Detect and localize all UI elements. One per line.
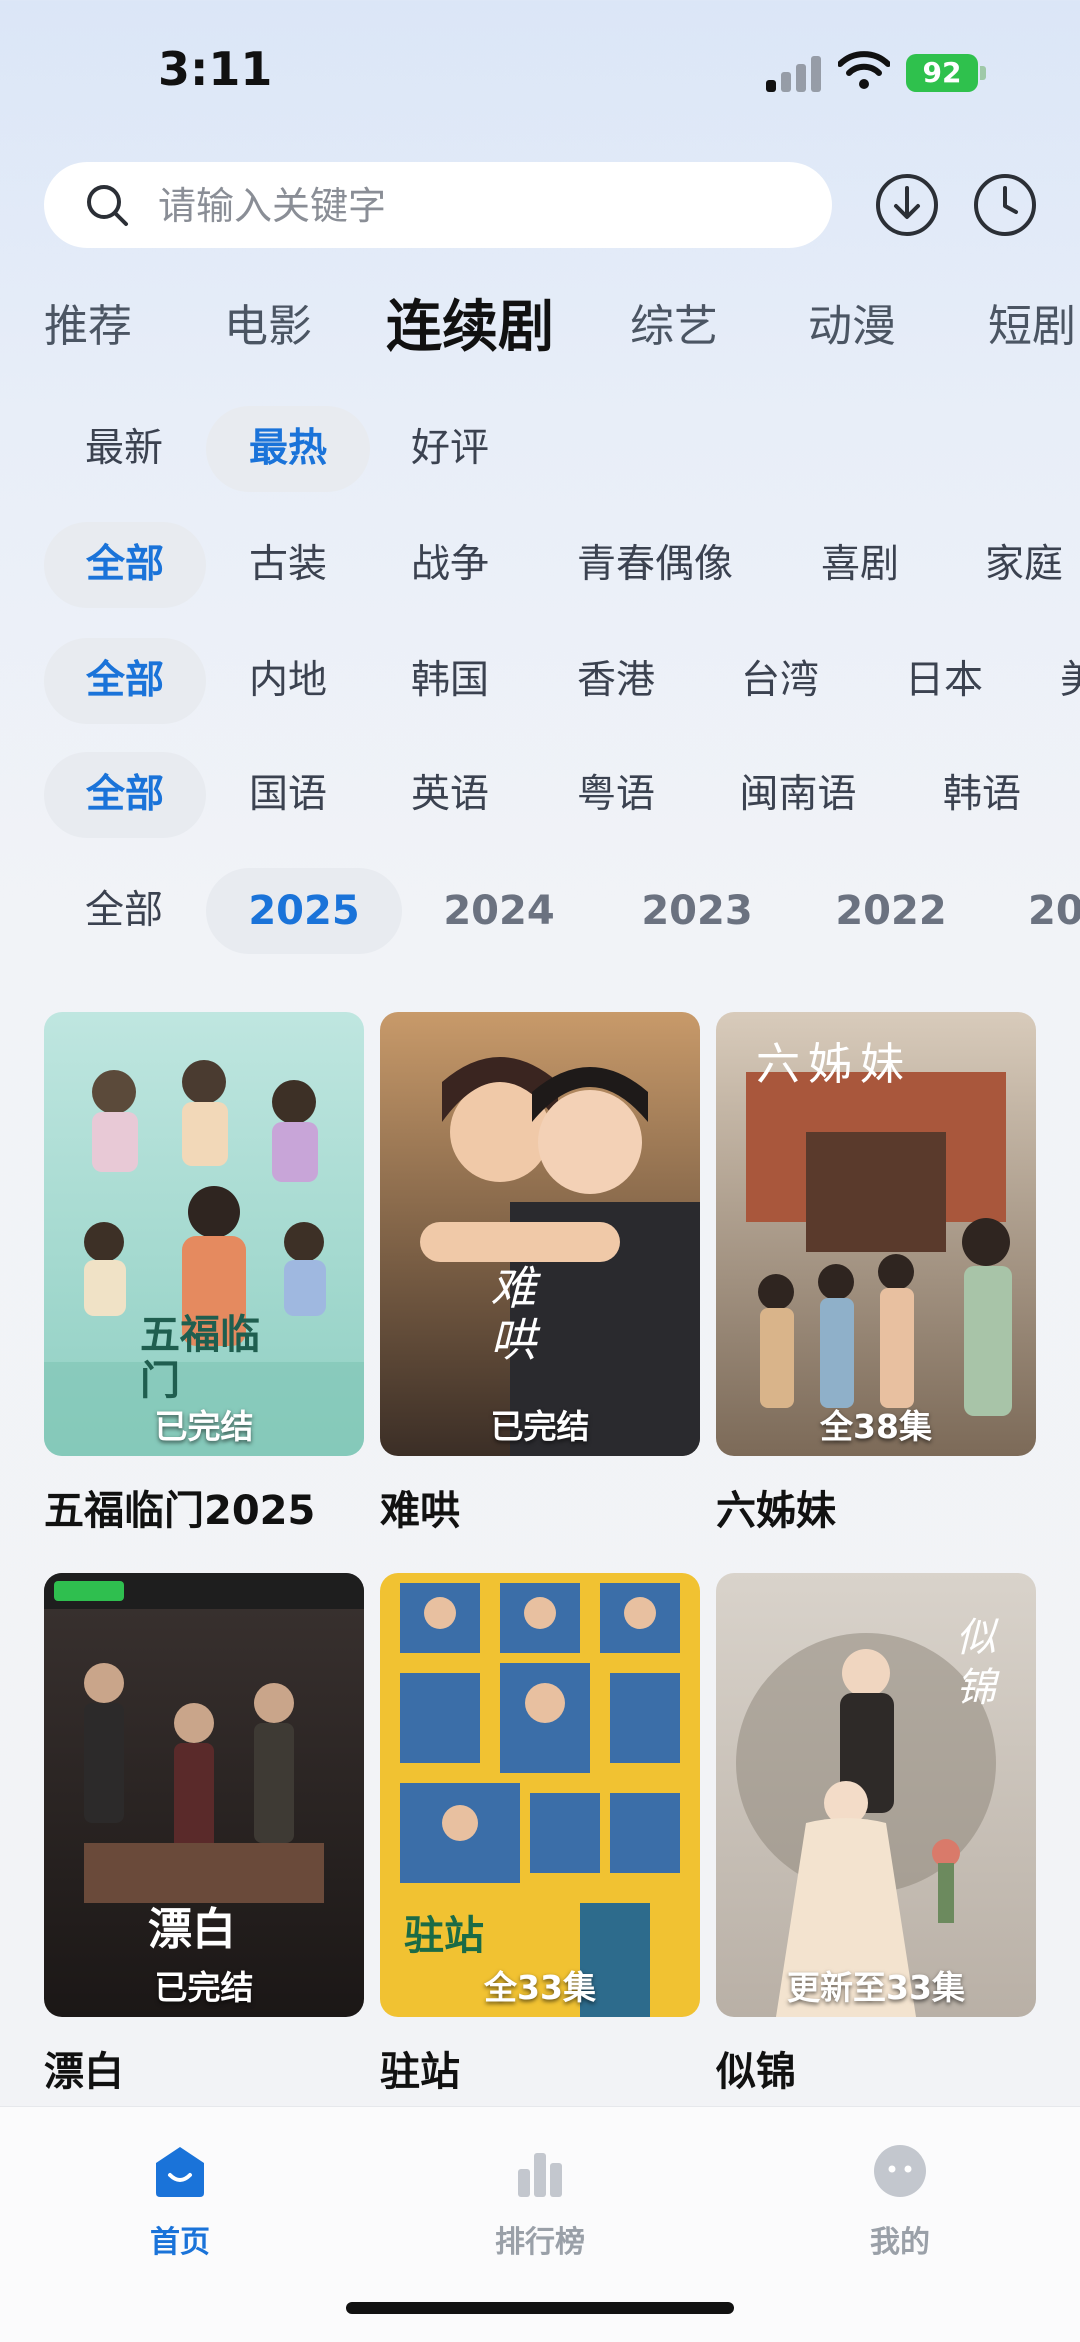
nav-label: 首页: [150, 2225, 210, 2260]
filter-genre-war[interactable]: 战争: [370, 522, 530, 608]
sort-filter-row: 最新 最热 好评: [0, 406, 1080, 492]
filter-genre-all[interactable]: 全部: [44, 522, 206, 608]
battery-icon: 92: [906, 54, 978, 92]
poster-title-art: 难哄: [490, 1261, 536, 1367]
language-filter-row: 全部 国语 英语 粤语 闽南语 韩语: [0, 752, 1080, 838]
filter-genre-youth-idol[interactable]: 青春偶像: [550, 522, 760, 608]
filter-year-2022[interactable]: 2022: [806, 868, 976, 954]
search-bar[interactable]: [44, 162, 832, 248]
filter-year-2025[interactable]: 2025: [206, 868, 402, 954]
show-title[interactable]: 难哄: [380, 1478, 460, 1536]
poster-title-art: 五福临门: [140, 1312, 260, 1404]
filter-year-2023[interactable]: 2023: [612, 868, 782, 954]
ranking-icon: [518, 2153, 562, 2197]
poster-image[interactable]: 六姊妹 全38集: [716, 1012, 1036, 1456]
nav-label: 排行榜: [495, 2225, 585, 2260]
filter-language-mandarin[interactable]: 国语: [208, 752, 368, 838]
filter-sort-hottest[interactable]: 最热: [206, 406, 370, 492]
episode-badge: 全33集: [484, 1968, 596, 2007]
poster-image[interactable]: 驻站 全33集: [380, 1573, 700, 2017]
tab-anime[interactable]: 动漫: [808, 290, 896, 354]
filter-language-korean[interactable]: 韩语: [902, 752, 1062, 838]
cellular-signal-icon: [766, 56, 822, 92]
filter-year-all[interactable]: 全部: [44, 868, 204, 954]
search-icon: [87, 185, 128, 226]
poster-image[interactable]: 难哄 已完结: [380, 1012, 700, 1456]
tab-recommend[interactable]: 推荐: [44, 290, 132, 354]
filter-language-all[interactable]: 全部: [44, 752, 206, 838]
history-icon[interactable]: [972, 172, 1038, 238]
filter-genre-comedy[interactable]: 喜剧: [780, 522, 940, 608]
category-tabs: 推荐 电影 连续剧 综艺 动漫 短剧: [0, 282, 1080, 362]
show-title[interactable]: 驻站: [380, 2039, 460, 2097]
show-title[interactable]: 五福临门2025: [44, 1478, 315, 1536]
status-bar: 3:11 92: [0, 0, 1080, 140]
episode-badge: 已完结: [154, 1407, 254, 1446]
home-icon: [156, 2147, 204, 2197]
profile-icon: [874, 2145, 926, 2197]
wifi-icon: [838, 51, 890, 89]
poster-title-art: 似锦: [956, 1615, 996, 1711]
poster-art: [380, 1012, 700, 1456]
episode-badge: 已完结: [154, 1968, 254, 2007]
show-title[interactable]: 六姊妹: [716, 1478, 836, 1536]
home-indicator: [346, 2302, 734, 2314]
poster-image[interactable]: 似锦 更新至33集: [716, 1573, 1036, 2017]
filter-region-taiwan[interactable]: 台湾: [700, 638, 860, 724]
filter-language-cantonese[interactable]: 粤语: [536, 752, 696, 838]
filter-region-usa[interactable]: 美: [1060, 638, 1080, 724]
status-time: 3:11: [158, 42, 273, 96]
poster-image[interactable]: 漂白 已完结: [44, 1573, 364, 2017]
poster-title-art: 漂白: [148, 1904, 236, 1955]
filter-sort-top-rated[interactable]: 好评: [370, 406, 530, 492]
download-icon[interactable]: [874, 172, 940, 238]
filter-year-more[interactable]: 20: [1028, 868, 1080, 954]
filter-region-mainland[interactable]: 内地: [208, 638, 368, 724]
tab-movies[interactable]: 电影: [224, 290, 312, 354]
battery-level: 92: [922, 56, 962, 89]
filter-region-japan[interactable]: 日本: [864, 638, 1024, 724]
episode-badge: 全38集: [820, 1407, 932, 1446]
filter-language-english[interactable]: 英语: [370, 752, 530, 838]
filter-region-all[interactable]: 全部: [44, 638, 206, 724]
episode-badge: 已完结: [490, 1407, 590, 1446]
search-input[interactable]: [156, 176, 800, 236]
filter-language-minnan[interactable]: 闽南语: [718, 752, 878, 838]
year-filter-row: 全部 2025 2024 2023 2022 20: [0, 868, 1080, 954]
show-title[interactable]: 似锦: [716, 2039, 796, 2097]
nav-ranking[interactable]: 排行榜: [440, 2129, 640, 2260]
genre-filter-row: 全部 古装 战争 青春偶像 喜剧 家庭: [0, 522, 1080, 608]
tab-tv-series[interactable]: 连续剧: [386, 282, 554, 362]
filter-region-hongkong[interactable]: 香港: [536, 638, 696, 724]
poster-image[interactable]: 五福临门 已完结: [44, 1012, 364, 1456]
filter-genre-family[interactable]: 家庭: [944, 522, 1080, 608]
battery-tip: [980, 66, 986, 80]
poster-title-art: 六姊妹: [756, 1039, 912, 1090]
filter-sort-newest[interactable]: 最新: [44, 406, 204, 492]
nav-label: 我的: [870, 2225, 930, 2260]
nav-home[interactable]: 首页: [80, 2129, 280, 2260]
tab-short-drama[interactable]: 短剧: [988, 290, 1076, 354]
filter-year-2024[interactable]: 2024: [414, 868, 584, 954]
filter-genre-costume[interactable]: 古装: [208, 522, 368, 608]
tab-variety[interactable]: 综艺: [630, 290, 718, 354]
episode-badge: 更新至33集: [787, 1968, 965, 2007]
region-filter-row: 全部 内地 韩国 香港 台湾 日本 美: [0, 638, 1080, 724]
filter-region-korea[interactable]: 韩国: [370, 638, 530, 724]
show-title[interactable]: 漂白: [44, 2039, 124, 2097]
poster-title-art: 驻站: [404, 1913, 484, 1959]
nav-profile[interactable]: 我的: [800, 2129, 1000, 2260]
